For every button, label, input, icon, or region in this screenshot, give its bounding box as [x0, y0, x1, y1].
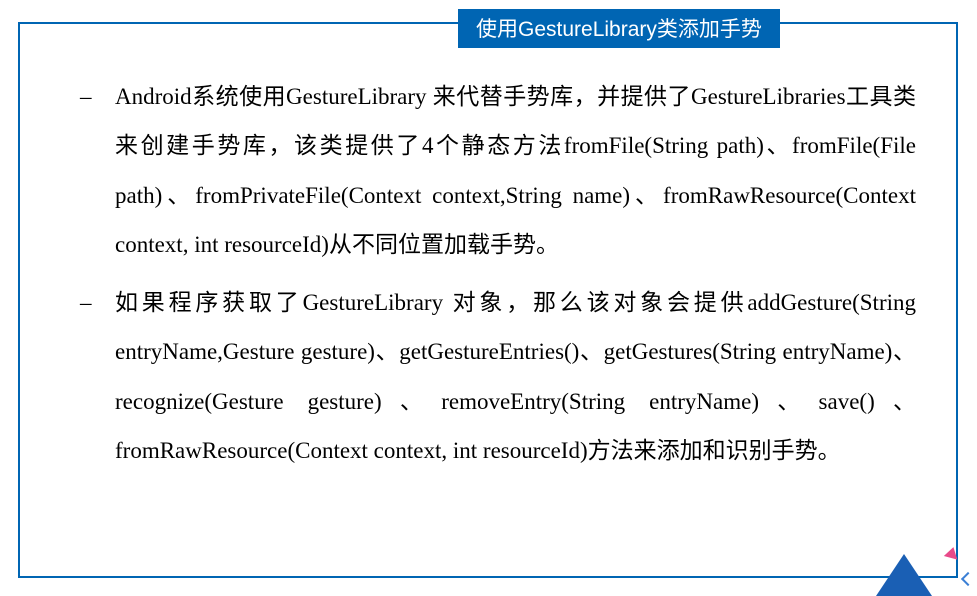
- list-item: 如果程序获取了GestureLibrary 对象，那么该对象会提供addGest…: [115, 278, 916, 476]
- decoration-triangle-outline: [961, 572, 975, 586]
- content-area: Android系统使用GestureLibrary 来代替手势库，并提供了Ges…: [20, 24, 956, 504]
- list-item: Android系统使用GestureLibrary 来代替手势库，并提供了Ges…: [115, 72, 916, 270]
- decoration-triangle-blue: [876, 554, 932, 596]
- content-box: Android系统使用GestureLibrary 来代替手势库，并提供了Ges…: [18, 22, 958, 578]
- title-badge: 使用GestureLibrary类添加手势: [458, 9, 780, 48]
